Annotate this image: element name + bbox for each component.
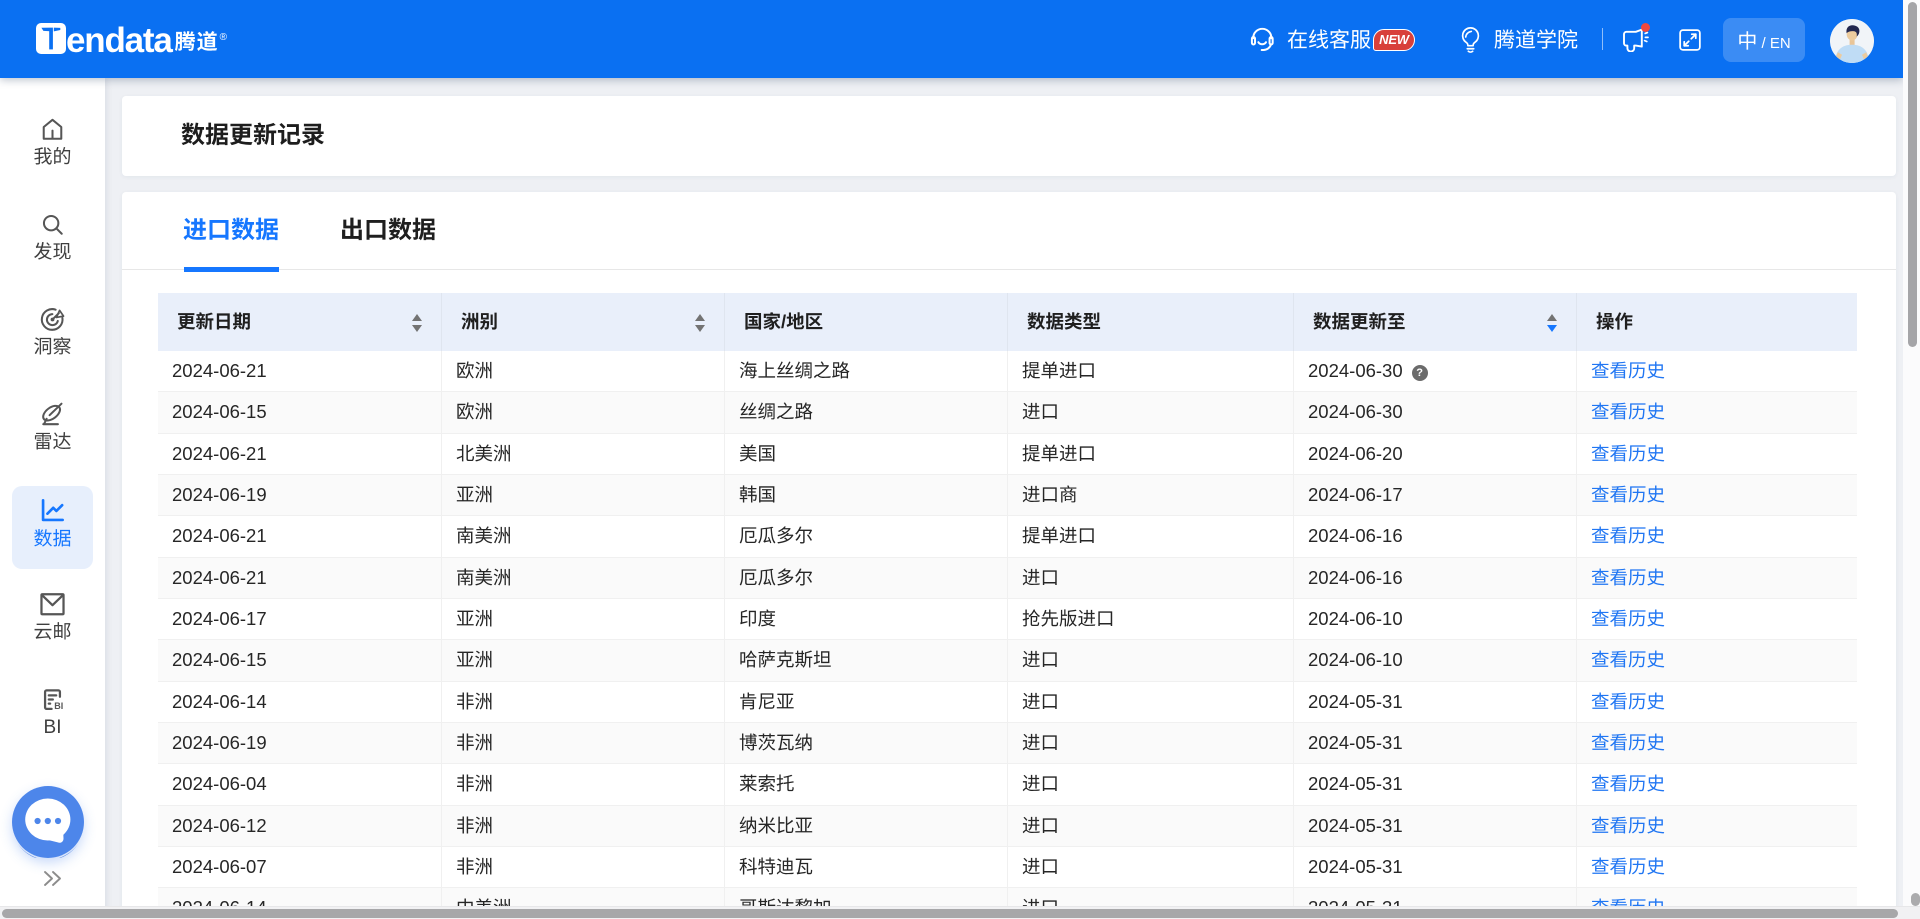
svg-text:BI: BI — [54, 701, 63, 711]
